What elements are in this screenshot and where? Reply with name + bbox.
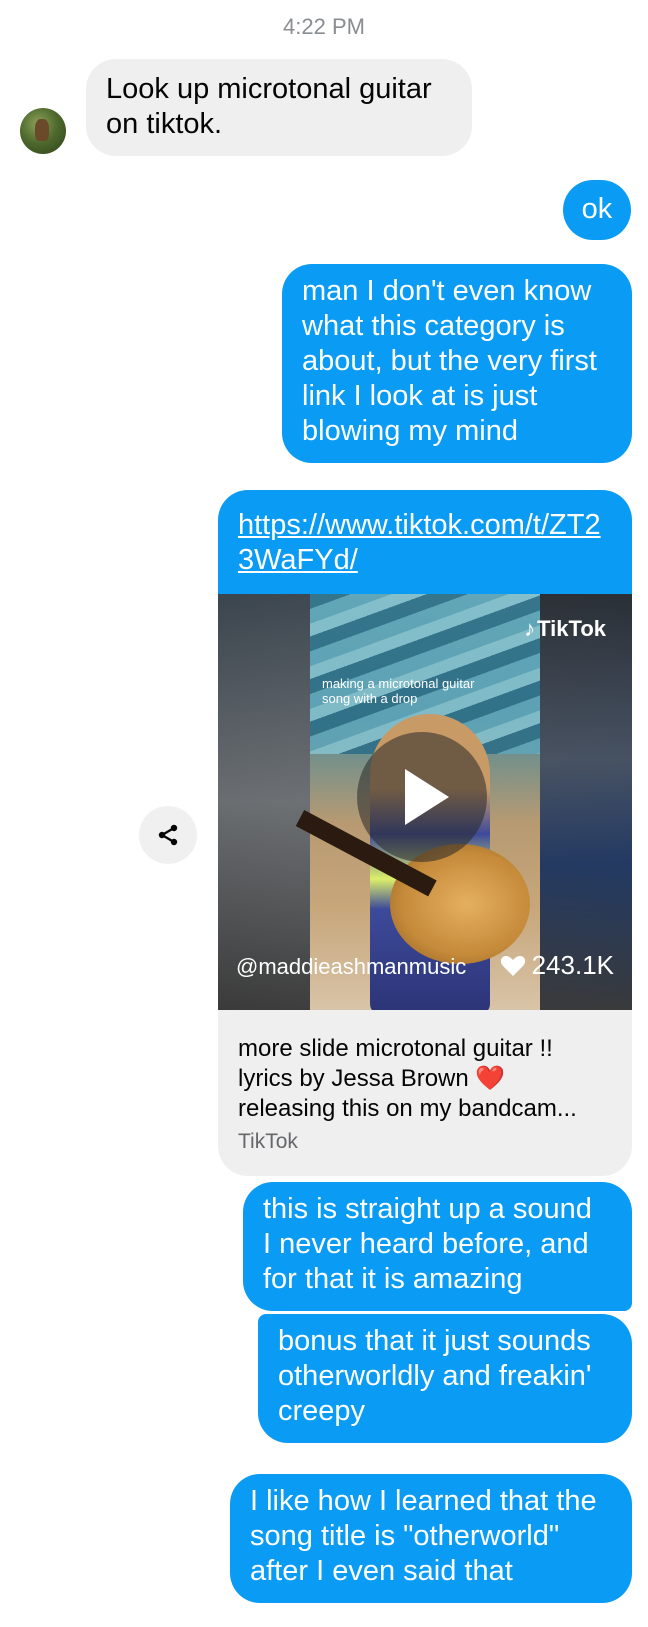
tiktok-note-icon: ♪ [524, 616, 536, 641]
play-icon [405, 769, 449, 825]
heart-icon [500, 955, 525, 976]
incoming-message-bubble[interactable]: Look up microtonal guitar on tiktok. [86, 59, 472, 156]
outgoing-message-bubble[interactable]: man I don't even know what this category… [282, 264, 632, 463]
tiktok-logo: ♪TikTok [524, 616, 606, 642]
video-thumbnail[interactable]: making a microtonal guitar song with a d… [218, 594, 632, 1010]
outgoing-message-bubble[interactable]: bonus that it just sounds otherworldly a… [258, 1314, 632, 1443]
link-url[interactable]: https://www.tiktok.com/t/ZT23WaFYd/ [238, 508, 612, 578]
link-title: more slide microtonal guitar !! lyrics b… [238, 1035, 577, 1122]
tiktok-link-preview[interactable]: https://www.tiktok.com/t/ZT23WaFYd/ maki… [218, 490, 632, 1176]
outgoing-message-bubble[interactable]: I like how I learned that the song title… [230, 1474, 632, 1603]
play-button[interactable] [357, 732, 487, 862]
share-button[interactable] [139, 806, 197, 864]
video-author-handle: @maddieashmanmusic [236, 954, 467, 979]
video-likes: 243.1K [500, 950, 614, 981]
outgoing-message-bubble[interactable]: ok [563, 180, 631, 240]
video-caption: making a microtonal guitar song with a d… [322, 676, 475, 706]
message-timestamp: 4:22 PM [283, 14, 365, 39]
likes-count: 243.1K [531, 950, 614, 980]
share-icon [158, 824, 178, 846]
contact-avatar[interactable] [20, 108, 66, 154]
link-source: TikTok [238, 1130, 298, 1153]
outgoing-message-bubble[interactable]: this is straight up a sound I never hear… [243, 1182, 632, 1311]
tiktok-logo-text: TikTok [537, 616, 606, 641]
